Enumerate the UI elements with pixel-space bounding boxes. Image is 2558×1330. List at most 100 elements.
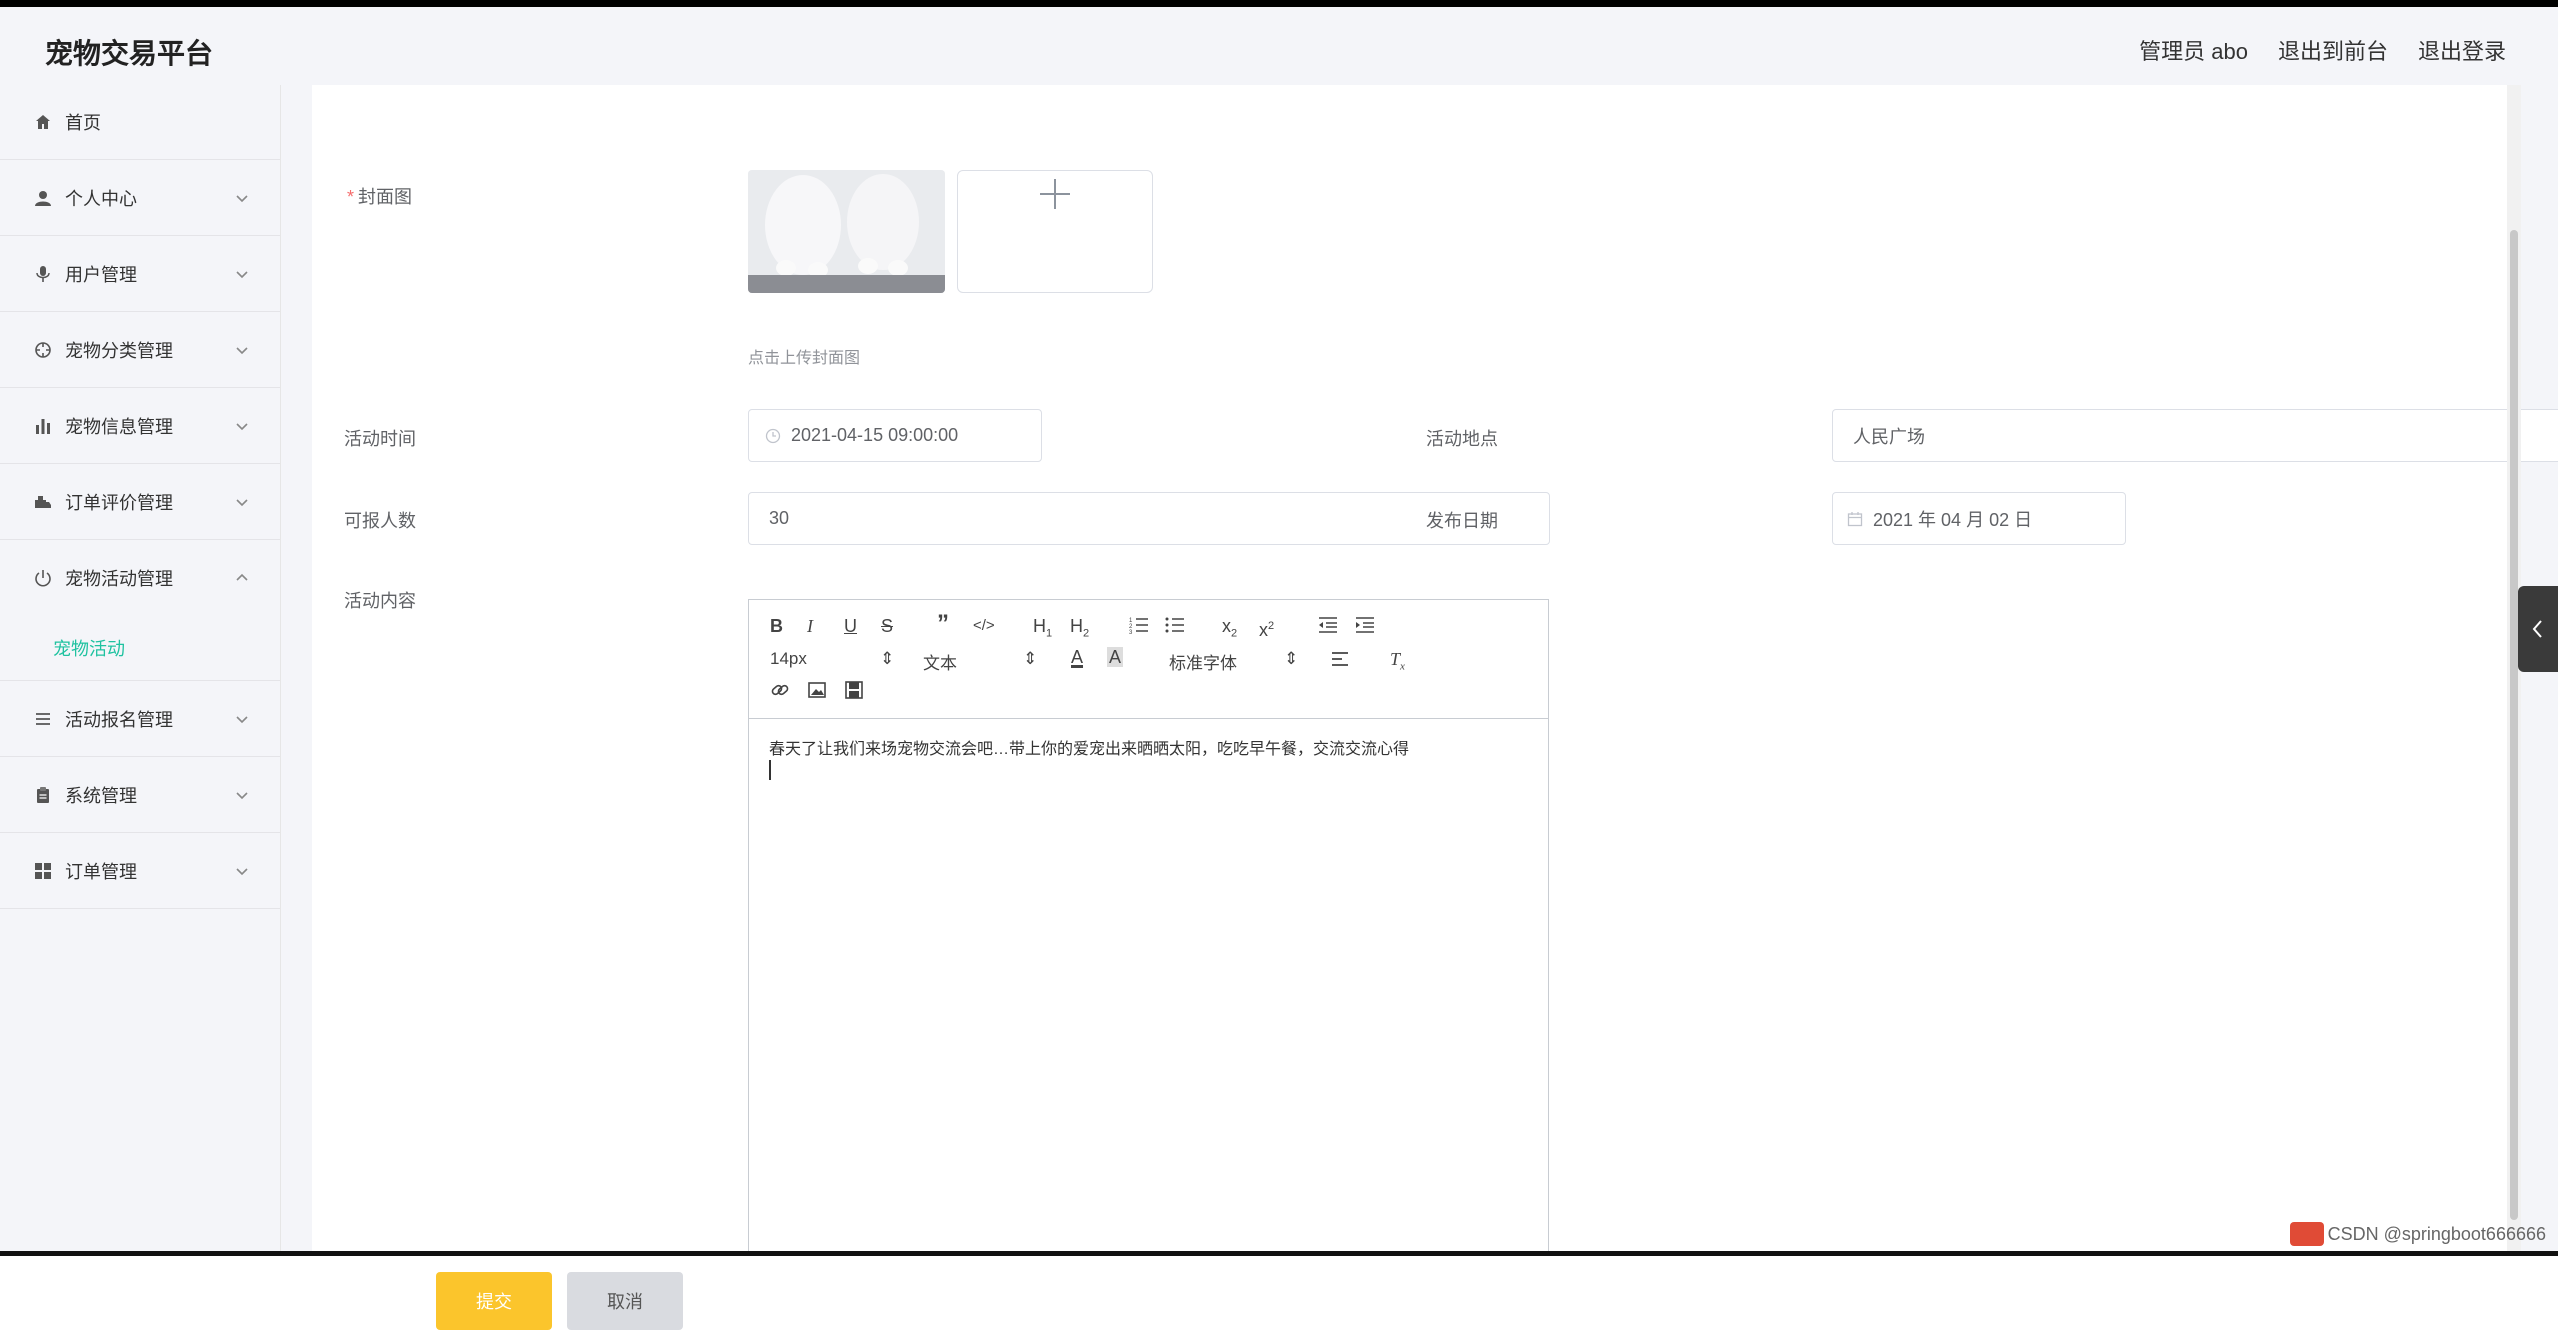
image-icon[interactable]	[807, 680, 827, 704]
side-drawer-toggle[interactable]	[2518, 586, 2558, 672]
superscript-icon[interactable]: x2	[1259, 616, 1274, 640]
page-scrollbar-thumb[interactable]	[2510, 230, 2518, 1220]
chevron-down-icon	[236, 498, 248, 506]
subscript-icon[interactable]: x2	[1222, 616, 1237, 644]
microphone-icon	[33, 264, 53, 284]
admin-username-link[interactable]: 管理员 abo	[2139, 34, 2248, 66]
user-icon	[33, 188, 53, 208]
text-color-icon[interactable]: A	[1071, 647, 1083, 667]
cancel-button[interactable]: 取消	[567, 1272, 683, 1330]
bullet-list-icon[interactable]	[1165, 616, 1185, 638]
indent-icon[interactable]	[1354, 616, 1376, 638]
back-to-frontend-link[interactable]: 退出到前台	[2278, 34, 2388, 66]
ordered-list-icon[interactable]: 123	[1129, 616, 1149, 638]
truck-icon	[33, 492, 53, 512]
grid-icon	[33, 861, 53, 881]
sidebar-item-label: 用户管理	[65, 264, 137, 285]
location-value: 人民广场	[1853, 426, 1925, 447]
video-icon[interactable]	[844, 680, 864, 704]
editor-toolbar: B I U S ” </> H1 H2 123 x2 x2 14px ⇕ 文本 ⇕	[749, 600, 1548, 719]
location-input[interactable]: 人民广场	[1832, 409, 2558, 462]
chevron-left-icon	[2532, 620, 2542, 638]
sidebar-item-system-management[interactable]: 系统管理	[0, 757, 280, 833]
sidebar-item-label: 个人中心	[65, 188, 137, 209]
sidebar-item-activity-signup[interactable]: 活动报名管理	[0, 681, 280, 757]
bold-icon[interactable]: B	[770, 616, 783, 636]
sidebar-item-order-review[interactable]: 订单评价管理	[0, 464, 280, 540]
publish-date-label: 发布日期	[1426, 511, 1498, 531]
home-icon	[33, 112, 53, 132]
publish-date-picker[interactable]: 2021 年 04 月 02 日	[1832, 492, 2126, 545]
editor-content-text[interactable]: 春天了让我们来场宠物交流会吧…带上你的爱宠出来晒晒太阳，吃吃早午餐，交流交流心得	[769, 735, 1409, 759]
sidebar-item-label: 首页	[65, 113, 101, 133]
outdent-icon[interactable]	[1317, 616, 1339, 638]
sidebar: 首页 个人中心 用户管理 宠物分类管理 宠物信息管理 订单评价管理 宠物活动管理…	[0, 85, 281, 1251]
sidebar-item-label: 订单评价管理	[65, 492, 173, 513]
screen-top-edge	[0, 0, 2558, 7]
location-label: 活动地点	[1426, 429, 1498, 449]
blockquote-icon[interactable]: ”	[937, 612, 949, 636]
sidebar-item-pet-info[interactable]: 宠物信息管理	[0, 388, 280, 464]
activity-time-value: 2021-04-15 09:00:00	[791, 425, 959, 445]
capacity-label: 可报人数	[344, 511, 416, 531]
select-arrows-icon: ⇕	[880, 649, 895, 668]
italic-icon[interactable]: I	[807, 616, 813, 636]
calendar-icon	[1847, 511, 1863, 526]
sidebar-item-personal-center[interactable]: 个人中心	[0, 160, 280, 236]
watermark: CSDN @springboot666666	[2289, 1222, 2546, 1246]
sidebar-item-user-management[interactable]: 用户管理	[0, 236, 280, 312]
cover-label: * 封面图	[347, 187, 413, 207]
sidebar-item-pet-activity-management[interactable]: 宠物活动管理	[0, 540, 280, 615]
sidebar-item-label: 宠物分类管理	[65, 340, 173, 361]
bar-chart-icon	[33, 416, 53, 436]
cover-upload-button[interactable]	[957, 170, 1153, 293]
sidebar-item-label: 订单管理	[65, 861, 137, 882]
submit-button[interactable]: 提交	[436, 1272, 552, 1330]
clean-format-icon[interactable]: Tx	[1390, 649, 1405, 677]
select-arrows-icon: ⇕	[1023, 649, 1038, 668]
content-label: 活动内容	[344, 591, 416, 611]
font-family-select[interactable]: 标准字体 ⇕	[1169, 649, 1298, 674]
underline-icon[interactable]: U	[844, 616, 857, 636]
chevron-down-icon	[236, 346, 248, 354]
sidebar-item-pet-category[interactable]: 宠物分类管理	[0, 312, 280, 388]
chevron-down-icon	[236, 194, 248, 202]
strikethrough-icon[interactable]: S	[881, 616, 893, 636]
chevron-down-icon	[236, 270, 248, 278]
chevron-down-icon	[236, 791, 248, 799]
header-links: 管理员 abo 退出到前台 退出登录	[2139, 34, 2506, 66]
sidebar-item-order-management[interactable]: 订单管理	[0, 833, 280, 909]
clock-icon	[765, 428, 781, 443]
sidebar-subitem-pet-activity[interactable]: 宠物活动	[0, 615, 280, 681]
plus-icon	[1040, 179, 1070, 209]
logout-link[interactable]: 退出登录	[2418, 34, 2506, 66]
compass-icon	[33, 340, 53, 360]
cover-image-thumbnail[interactable]	[748, 170, 945, 293]
publish-date-value: 2021 年 04 月 02 日	[1873, 509, 2033, 530]
activity-form-panel: * 封面图 点击上传封面图 活动时间 2021-04-15 09:00:00 活动…	[312, 85, 2558, 1330]
rich-text-editor: B I U S ” </> H1 H2 123 x2 x2 14px ⇕ 文本 ⇕	[748, 599, 1549, 1253]
select-arrows-icon: ⇕	[1284, 649, 1299, 668]
chevron-down-icon	[236, 715, 248, 723]
font-size-select[interactable]: 14px ⇕	[770, 649, 894, 669]
activity-time-picker[interactable]: 2021-04-15 09:00:00	[748, 409, 1042, 462]
header-select[interactable]: 文本 ⇕	[923, 649, 1037, 674]
list-icon	[33, 709, 53, 729]
sidebar-item-label: 系统管理	[65, 785, 137, 806]
link-icon[interactable]	[770, 680, 790, 704]
capacity-value: 30	[769, 508, 790, 528]
screen-bottom-edge	[0, 1251, 2558, 1256]
align-icon[interactable]	[1330, 650, 1350, 672]
text-caret	[769, 760, 771, 780]
header-1-icon[interactable]: H1	[1033, 616, 1052, 644]
code-block-icon[interactable]: </>	[973, 616, 995, 636]
chevron-down-icon	[236, 422, 248, 430]
header-2-icon[interactable]: H2	[1070, 616, 1089, 644]
sidebar-item-home[interactable]: 首页	[0, 85, 280, 160]
clipboard-icon	[33, 785, 53, 805]
top-header: 宠物交易平台 管理员 abo 退出到前台 退出登录	[0, 7, 2558, 85]
chevron-up-icon	[236, 573, 248, 581]
background-color-icon[interactable]: A	[1107, 647, 1124, 667]
sidebar-item-label: 宠物信息管理	[65, 416, 173, 437]
power-icon	[33, 568, 53, 588]
